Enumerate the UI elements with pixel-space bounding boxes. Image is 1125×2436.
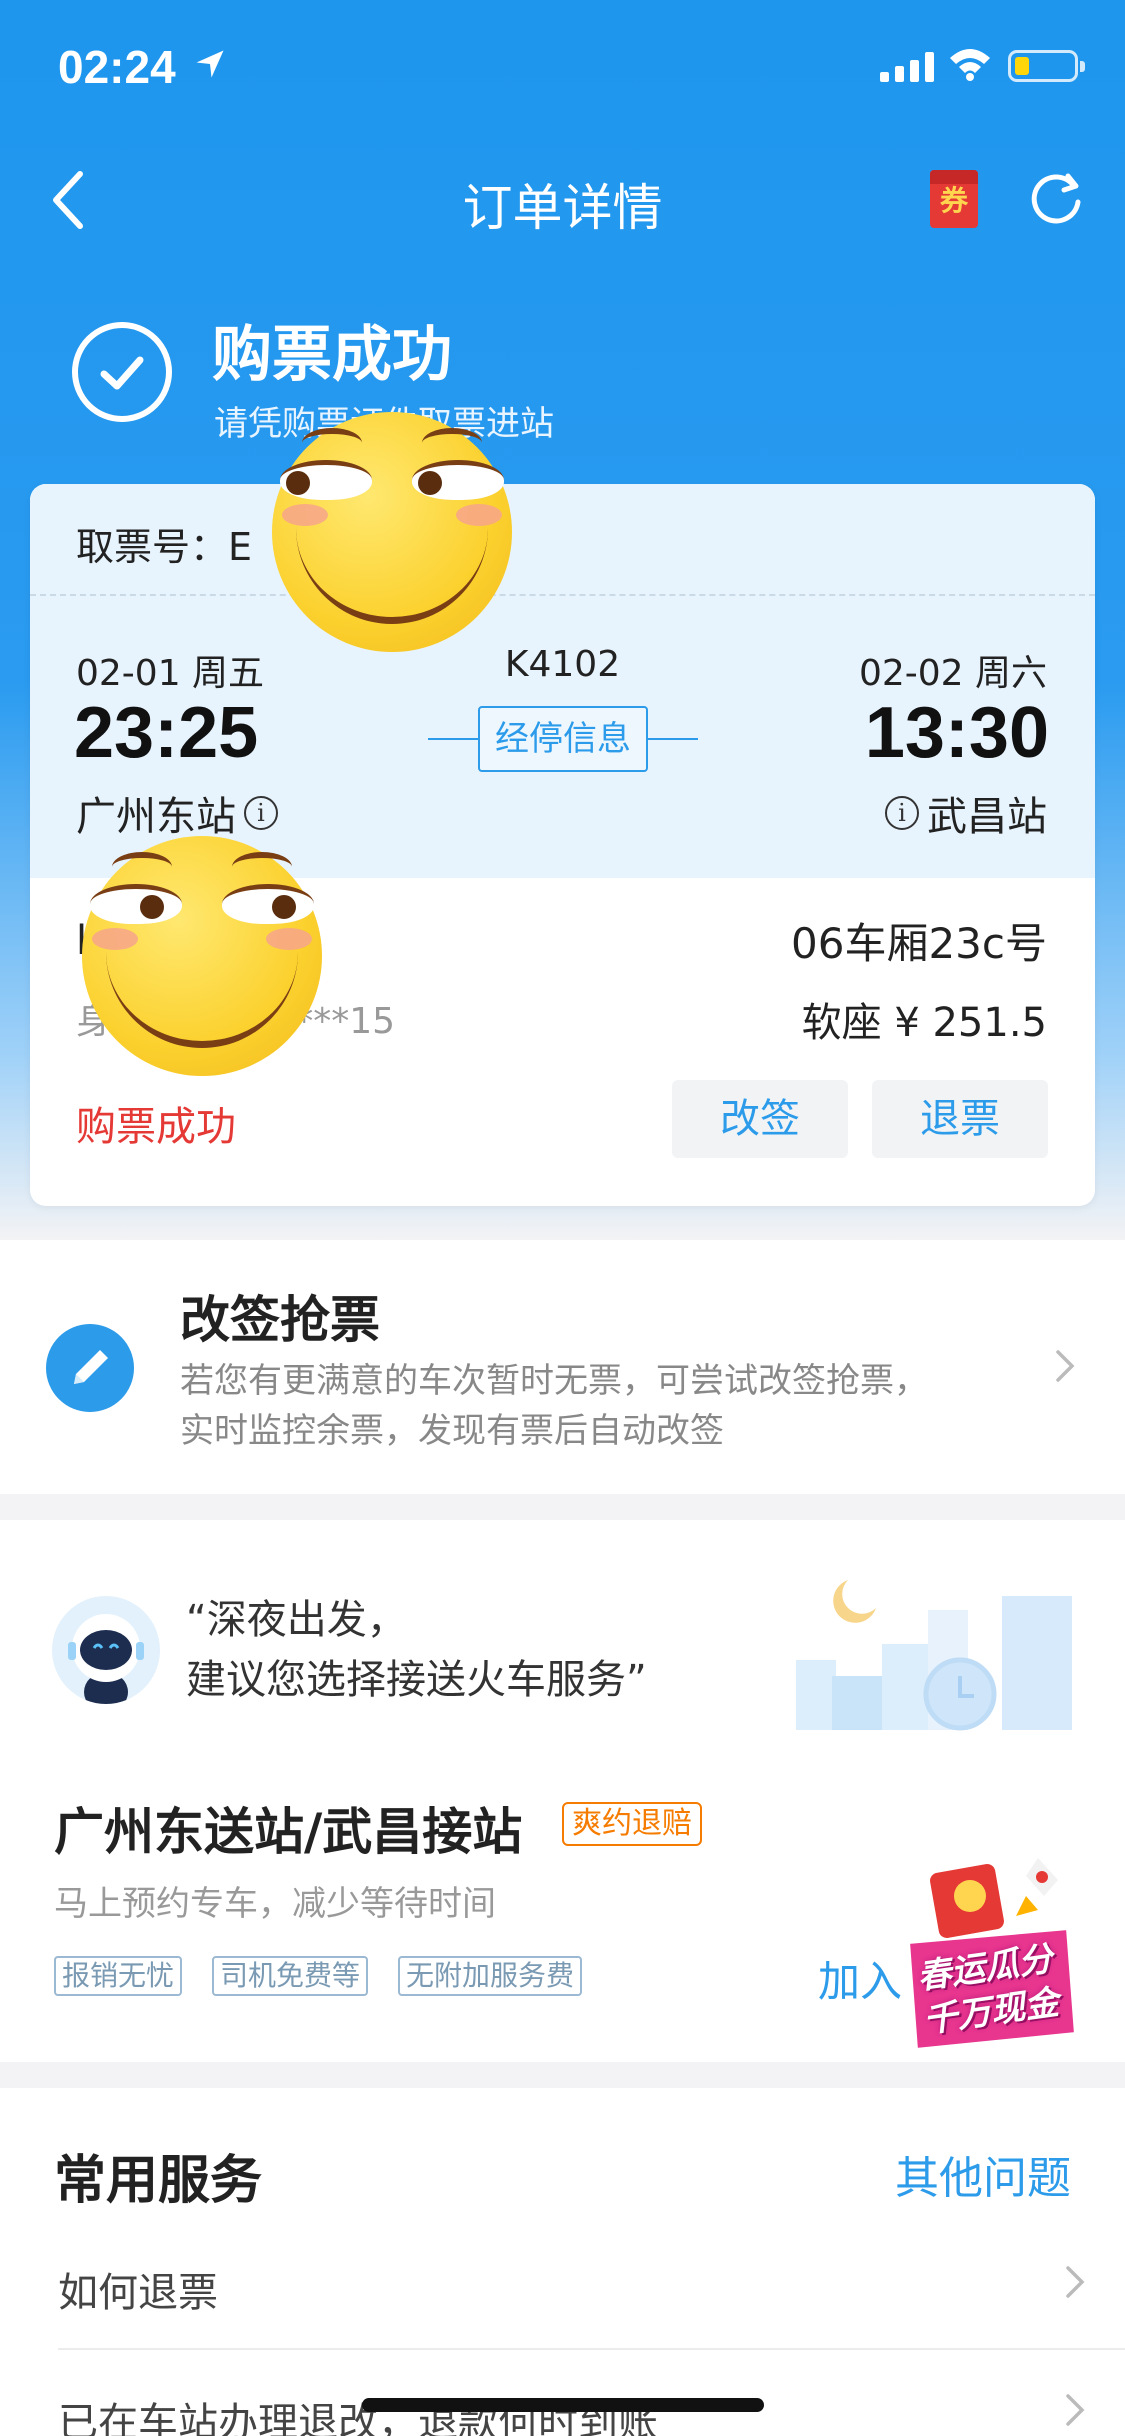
ticket-divider bbox=[30, 594, 1095, 596]
success-title: 购票成功 bbox=[212, 320, 452, 390]
arrival-date: 02-02 周六 bbox=[858, 653, 1047, 694]
order-status: 购票成功 bbox=[76, 1104, 236, 1150]
service-divider bbox=[58, 2348, 1125, 2350]
grab-description: 若您有更满意的车次暂时无票，可尝试改签抢票， 实时监控余票，发现有票后自动改签 bbox=[180, 1356, 928, 1456]
change-ticket-button[interactable]: 改签 bbox=[672, 1080, 848, 1158]
tag-reimburse: 报销无忧 bbox=[54, 1956, 183, 1996]
arrival-station-name: 武昌站 bbox=[927, 794, 1047, 840]
emoji-sticker bbox=[82, 836, 322, 1076]
arrival-station[interactable]: i 武昌站 bbox=[885, 784, 1047, 842]
info-icon[interactable]: i bbox=[885, 796, 919, 830]
service-item-refund-arrival[interactable]: 已在车站办理退改，退款何时到账 bbox=[58, 2390, 658, 2436]
stops-line-left bbox=[428, 738, 478, 740]
grab-ticket-card[interactable]: 改签抢票 若您有更满意的车次暂时无票，可尝试改签抢票， 实时监控余票，发现有票后… bbox=[0, 1240, 1125, 1494]
stops-info-button[interactable]: 经停信息 bbox=[478, 706, 648, 772]
location-arrow-icon bbox=[196, 50, 224, 78]
success-check-icon bbox=[72, 322, 172, 422]
pencil-icon bbox=[46, 1324, 134, 1412]
night-city-illustration bbox=[796, 1580, 1072, 1731]
grab-title: 改签抢票 bbox=[180, 1291, 380, 1349]
no-show-refund-badge: 爽约退赔 bbox=[562, 1802, 702, 1846]
common-services: 常用服务 其他问题 如何退票 已在车站办理退改，退款何时到账 bbox=[0, 2088, 1125, 2436]
seat-price: 软座 ¥ 251.5 bbox=[801, 1000, 1047, 1046]
battery-icon bbox=[1008, 50, 1085, 82]
signal-icon bbox=[880, 52, 934, 82]
stops-line-right bbox=[648, 738, 698, 740]
status-time: 02:24 bbox=[58, 41, 176, 93]
chevron-right-icon bbox=[1056, 1350, 1075, 1382]
emoji-sticker bbox=[272, 412, 512, 652]
tag-no-extra-fee: 无附加服务费 bbox=[398, 1956, 583, 1996]
departure-station-name: 广州东站 bbox=[76, 794, 236, 840]
grab-desc-line2: 实时监控余票，发现有票后自动改签 bbox=[180, 1411, 724, 1451]
departure-time: 23:25 bbox=[74, 693, 259, 773]
home-indicator[interactable] bbox=[362, 2398, 764, 2412]
other-questions-link[interactable]: 其他问题 bbox=[895, 2142, 1071, 2206]
transfer-subtitle: 马上预约专车，减少等待时间 bbox=[54, 1884, 496, 1924]
tip-line1: “深夜出发， bbox=[186, 1597, 407, 1643]
tip-line2: 建议您选择接送火车服务” bbox=[186, 1657, 647, 1703]
wifi-icon bbox=[950, 49, 990, 81]
departure-station[interactable]: 广州东站 i bbox=[76, 784, 278, 842]
arrival-time: 13:30 bbox=[864, 693, 1049, 773]
refund-button[interactable]: 退票 bbox=[872, 1080, 1048, 1158]
transfer-title: 广州东送站/武昌接站 bbox=[54, 1803, 523, 1861]
coupon-button[interactable]: 券 bbox=[930, 170, 978, 228]
refresh-button[interactable] bbox=[1026, 168, 1086, 228]
robot-avatar bbox=[52, 1596, 160, 1704]
tag-driver-wait: 司机免费等 bbox=[212, 1956, 369, 1996]
service-item-refund-how[interactable]: 如何退票 bbox=[58, 2260, 218, 2318]
services-title: 常用服务 bbox=[54, 2151, 263, 2211]
late-night-tip: “深夜出发， 建议您选择接送火车服务” bbox=[186, 1590, 647, 1710]
chevron-right-icon bbox=[1066, 2266, 1085, 2298]
grab-desc-line1: 若您有更满意的车次暂时无票，可尝试改签抢票， bbox=[180, 1361, 928, 1401]
seat-number: 06车厢23c号 bbox=[791, 919, 1047, 968]
spring-festival-promo-badge[interactable]: 春运瓜分 千万现金 bbox=[888, 1850, 1088, 2060]
chevron-right-icon bbox=[1066, 2394, 1085, 2426]
pickup-number: 取票号：E bbox=[76, 525, 253, 569]
info-icon[interactable]: i bbox=[244, 796, 278, 830]
transfer-service-card[interactable]: “深夜出发， 建议您选择接送火车服务” 广州东送站/武昌接站 爽约退赔 马上预约… bbox=[0, 1520, 1125, 2062]
